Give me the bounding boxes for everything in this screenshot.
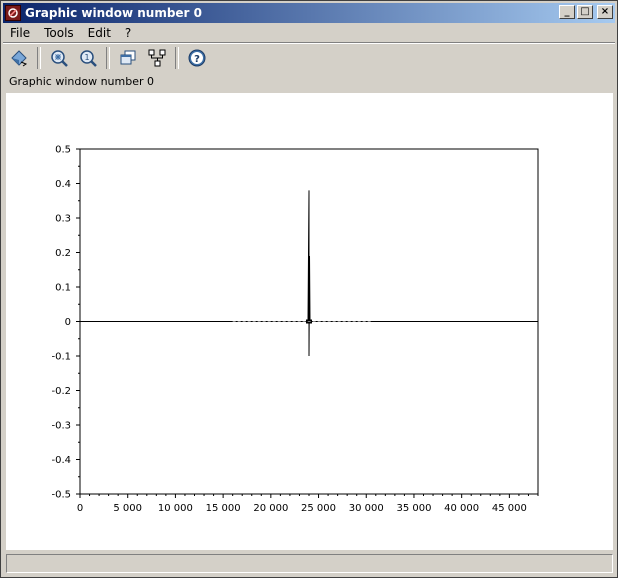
x-tick-label: 45 000 <box>492 503 527 514</box>
axes-layer: 0.5 0.4 0.3 0.2 0.1 0 -0.1 -0.2 -0.3 -0.4 -0.5 0 5 0… <box>51 145 539 514</box>
svg-text:?: ? <box>194 54 200 65</box>
x-tick-label: 20 000 <box>253 503 288 514</box>
zoom-icon[interactable] <box>47 46 71 70</box>
x-tick-label: 35 000 <box>396 503 431 514</box>
scilab-app-icon[interactable] <box>5 5 21 21</box>
plot-canvas[interactable]: 0.5 0.4 0.3 0.2 0.1 0 -0.1 -0.2 -0.3 -0.4 -0.5 0 5 0… <box>6 93 613 550</box>
y-tick-label: 0.1 <box>55 283 71 294</box>
menu-edit[interactable]: Edit <box>81 26 118 40</box>
window-title: Graphic window number 0 <box>25 6 203 20</box>
menu-file[interactable]: File <box>3 26 37 40</box>
graphic-window: Graphic window number 0 _ □ × File Tools… <box>0 0 618 578</box>
y-tick-label: -0.2 <box>51 386 71 397</box>
plot-svg[interactable]: 0.5 0.4 0.3 0.2 0.1 0 -0.1 -0.2 -0.3 -0.4 -0.5 0 5 0… <box>6 93 613 550</box>
x-tick-label: 40 000 <box>444 503 479 514</box>
y-tick-label: -0.1 <box>51 352 71 363</box>
maximize-button[interactable]: □ <box>577 5 593 19</box>
toolbar-separator <box>106 47 110 69</box>
close-button[interactable]: × <box>597 5 613 19</box>
y-tick-label: 0.4 <box>55 179 71 190</box>
info-text: Graphic window number 0 <box>9 75 154 88</box>
unzoom-icon[interactable]: 1 <box>76 46 100 70</box>
menu-bar: File Tools Edit ? <box>3 24 615 42</box>
menu-help[interactable]: ? <box>118 26 138 40</box>
minimize-button[interactable]: _ <box>559 5 575 19</box>
x-tick-label: 25 000 <box>301 503 336 514</box>
y-tick-label: 0.5 <box>55 145 71 156</box>
rotate-icon[interactable] <box>7 46 31 70</box>
series-layer <box>80 190 538 357</box>
series-line <box>80 190 538 357</box>
select-figure-icon[interactable] <box>116 46 140 70</box>
toolbar-separator <box>37 47 41 69</box>
status-bar <box>6 554 613 573</box>
menu-tools[interactable]: Tools <box>37 26 81 40</box>
help-icon[interactable]: ? <box>185 46 209 70</box>
y-tick-label: -0.4 <box>51 455 71 466</box>
svg-text:1: 1 <box>84 53 89 62</box>
x-tick-label: 15 000 <box>206 503 241 514</box>
datatip-icon[interactable] <box>145 46 169 70</box>
y-tick-label: 0.3 <box>55 214 71 225</box>
y-tick-label: 0 <box>65 317 71 328</box>
x-tick-label: 10 000 <box>158 503 193 514</box>
y-tick-label: -0.3 <box>51 421 71 432</box>
x-tick-label: 5 000 <box>113 503 142 514</box>
y-tick-label: 0.2 <box>55 248 71 259</box>
x-tick-label: 30 000 <box>349 503 384 514</box>
toolbar: 1 ? <box>3 44 615 72</box>
y-tick-label: -0.5 <box>51 490 71 501</box>
x-tick-label: 0 <box>77 503 83 514</box>
title-bar[interactable]: Graphic window number 0 _ □ × <box>3 3 615 23</box>
toolbar-separator <box>175 47 179 69</box>
